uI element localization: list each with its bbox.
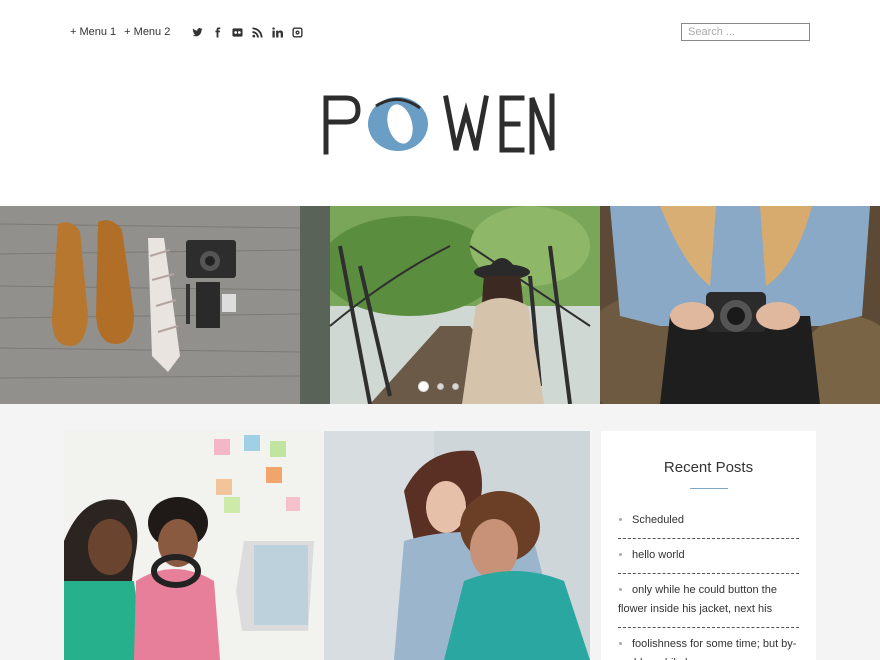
twitter-icon[interactable] — [192, 27, 203, 38]
widget-title: Recent Posts — [663, 459, 754, 476]
recent-post-item[interactable]: foolishness for some time; but by-and-by… — [618, 628, 799, 660]
site-logo[interactable] — [320, 88, 560, 160]
recent-post-link[interactable]: only while he could button the flower in… — [618, 584, 777, 615]
instagram-icon[interactable] — [292, 26, 303, 38]
slider-dot-2[interactable] — [437, 383, 444, 390]
top-bar: + Menu 1 + Menu 2 — [70, 24, 312, 40]
menu-item-2[interactable]: + Menu 2 — [124, 26, 170, 38]
bullet-icon — [619, 641, 622, 645]
slide-woman-camera — [600, 206, 880, 404]
bullet-icon — [619, 517, 622, 521]
recent-posts-widget: Recent Posts Scheduled hello world only … — [601, 431, 816, 660]
search-input[interactable] — [681, 23, 810, 41]
slider-pagination — [418, 381, 467, 392]
slider-dot-1[interactable] — [418, 381, 429, 392]
slider-dot-3[interactable] — [452, 383, 459, 390]
recent-post-link[interactable]: hello world — [632, 549, 685, 561]
recent-posts-list: Scheduled hello world only while he coul… — [601, 504, 816, 660]
rss-icon[interactable] — [252, 26, 263, 38]
flickr-icon[interactable] — [232, 27, 243, 38]
site-header: + Menu 1 + Menu 2 — [0, 0, 880, 206]
facebook-icon[interactable] — [212, 26, 223, 38]
slide-woman-hat-stairs — [300, 206, 600, 404]
featured-post-image[interactable] — [64, 431, 590, 660]
recent-post-item[interactable]: Scheduled — [618, 504, 799, 539]
title-divider — [689, 488, 728, 489]
bullet-icon — [619, 587, 622, 591]
linkedin-icon[interactable] — [272, 26, 284, 38]
recent-post-link[interactable]: Scheduled — [632, 514, 684, 526]
menu-item-1[interactable]: + Menu 1 — [70, 26, 116, 38]
recent-post-item[interactable]: hello world — [618, 539, 799, 574]
social-links — [192, 26, 312, 38]
image-slider[interactable] — [0, 206, 880, 404]
bullet-icon — [619, 552, 622, 556]
recent-post-item[interactable]: only while he could button the flower in… — [618, 574, 799, 628]
slide-shoes-tie-camera — [0, 206, 300, 404]
recent-post-link[interactable]: foolishness for some time; but by-and-by… — [618, 638, 796, 660]
